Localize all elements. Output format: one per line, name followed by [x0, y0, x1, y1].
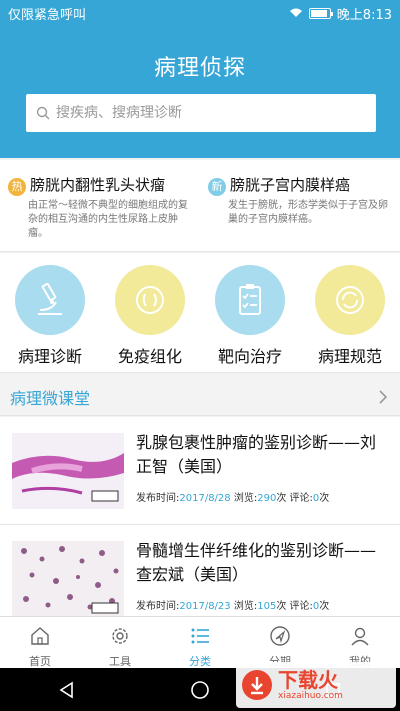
tab-label: 工具	[109, 655, 131, 668]
status-time: 晚上8:13	[336, 7, 392, 23]
back-triangle-icon	[59, 681, 73, 698]
cells-icon	[115, 265, 185, 335]
home-circle-icon	[191, 680, 209, 699]
article-meta: 发布时间:2017/8/23 浏览:105次 评论:0次	[136, 601, 330, 612]
checklist-icon	[215, 265, 285, 335]
list-item[interactable]: 乳腺包裹性肿瘤的鉴别诊断——刘正智（美国） 发布时间:2017/8/28 浏览:…	[0, 417, 400, 525]
watermark-text: 下载火	[278, 668, 338, 692]
home-button[interactable]	[180, 675, 220, 705]
article-title: 骨髓增生伴纤维化的鉴别诊断——查宏斌（美国）	[136, 541, 377, 584]
section-title: 病理微课堂	[10, 388, 91, 408]
list-icon	[191, 628, 209, 644]
news-desc: 发生于膀胱，形态学类似于子宫及卵巢的子宫内膜样癌。	[228, 200, 388, 225]
bottom-tab-bar: 首页 工具 分类 分期 我的	[0, 616, 400, 668]
article-meta: 发布时间:2017/8/28 浏览:290次 评论:0次	[136, 493, 330, 504]
micro-class-header[interactable]: 病理微课堂	[0, 378, 400, 416]
news-item-new[interactable]: 新 膀胱子宫内膜样癌 发生于膀胱，形态学类似于子宫及卵巢的子宫内膜样癌。	[200, 160, 400, 251]
feature-label: 靶向治疗	[217, 347, 282, 366]
app-header: 病理侦探	[0, 26, 400, 158]
tab-tools[interactable]: 工具	[80, 617, 160, 668]
tab-label: 首页	[29, 655, 51, 668]
page-title: 病理侦探	[153, 56, 246, 81]
new-badge: 新	[208, 178, 226, 196]
tab-mine[interactable]: 我的	[320, 617, 400, 668]
chevron-right-icon[interactable]	[376, 389, 390, 404]
news-title: 膀胱子宫内膜样癌	[230, 176, 351, 194]
battery-icon	[308, 7, 333, 19]
feature-label: 免疫组化	[117, 347, 182, 366]
watermark-logo: 下载火 xiazaihuo.com	[236, 662, 396, 708]
news-section: 热 膀胱内翻性乳头状瘤 由正常～轻微不典型的细胞组成的复杂的相互沟通的内生性尿路…	[0, 160, 400, 252]
home-icon	[31, 627, 49, 645]
gear-icon	[112, 628, 128, 644]
refresh-book-icon	[315, 265, 385, 335]
tab-staging[interactable]: 分期	[240, 617, 320, 668]
tab-label: 分类	[189, 655, 211, 668]
status-bar: 仅限紧急呼叫 晚上8:13	[0, 0, 400, 26]
search-input[interactable]	[56, 105, 376, 121]
search-icon	[36, 106, 50, 120]
feature-label: 病理规范	[317, 347, 382, 366]
article-thumbnail	[12, 541, 124, 617]
news-desc: 由正常～轻微不典型的细胞组成的复杂的相互沟通的内生性尿路上皮肿瘤。	[28, 200, 188, 239]
news-item-hot[interactable]: 热 膀胱内翻性乳头状瘤 由正常～轻微不典型的细胞组成的复杂的相互沟通的内生性尿路…	[0, 160, 200, 251]
article-list: 乳腺包裹性肿瘤的鉴别诊断——刘正智（美国） 发布时间:2017/8/28 浏览:…	[0, 417, 400, 633]
feature-pathology-diagnosis[interactable]: 病理诊断	[5, 265, 95, 372]
article-title: 乳腺包裹性肿瘤的鉴别诊断——刘正智（美国）	[136, 433, 377, 476]
hot-badge: 热	[8, 178, 26, 196]
news-title: 膀胱内翻性乳头状瘤	[30, 176, 166, 194]
feature-label: 病理诊断	[17, 347, 82, 366]
back-button[interactable]	[47, 675, 87, 705]
search-bar[interactable]	[26, 94, 376, 132]
status-text: 仅限紧急呼叫	[8, 7, 87, 23]
user-icon	[351, 627, 369, 646]
watermark-url: xiazaihuo.com	[278, 691, 343, 701]
tab-home[interactable]: 首页	[0, 617, 80, 668]
wifi-icon	[289, 8, 302, 17]
microscope-icon	[15, 265, 85, 335]
feature-grid: 病理诊断 免疫组化 靶向治疗 病理规范	[0, 253, 400, 373]
feature-pathology-standards[interactable]: 病理规范	[305, 265, 395, 372]
tab-category[interactable]: 分类	[160, 617, 240, 668]
download-icon	[242, 670, 272, 700]
article-thumbnail	[12, 433, 124, 509]
navigation-arrow-icon	[270, 626, 290, 646]
feature-targeted-therapy[interactable]: 靶向治疗	[205, 265, 295, 372]
feature-immunohistochemistry[interactable]: 免疫组化	[105, 265, 195, 372]
